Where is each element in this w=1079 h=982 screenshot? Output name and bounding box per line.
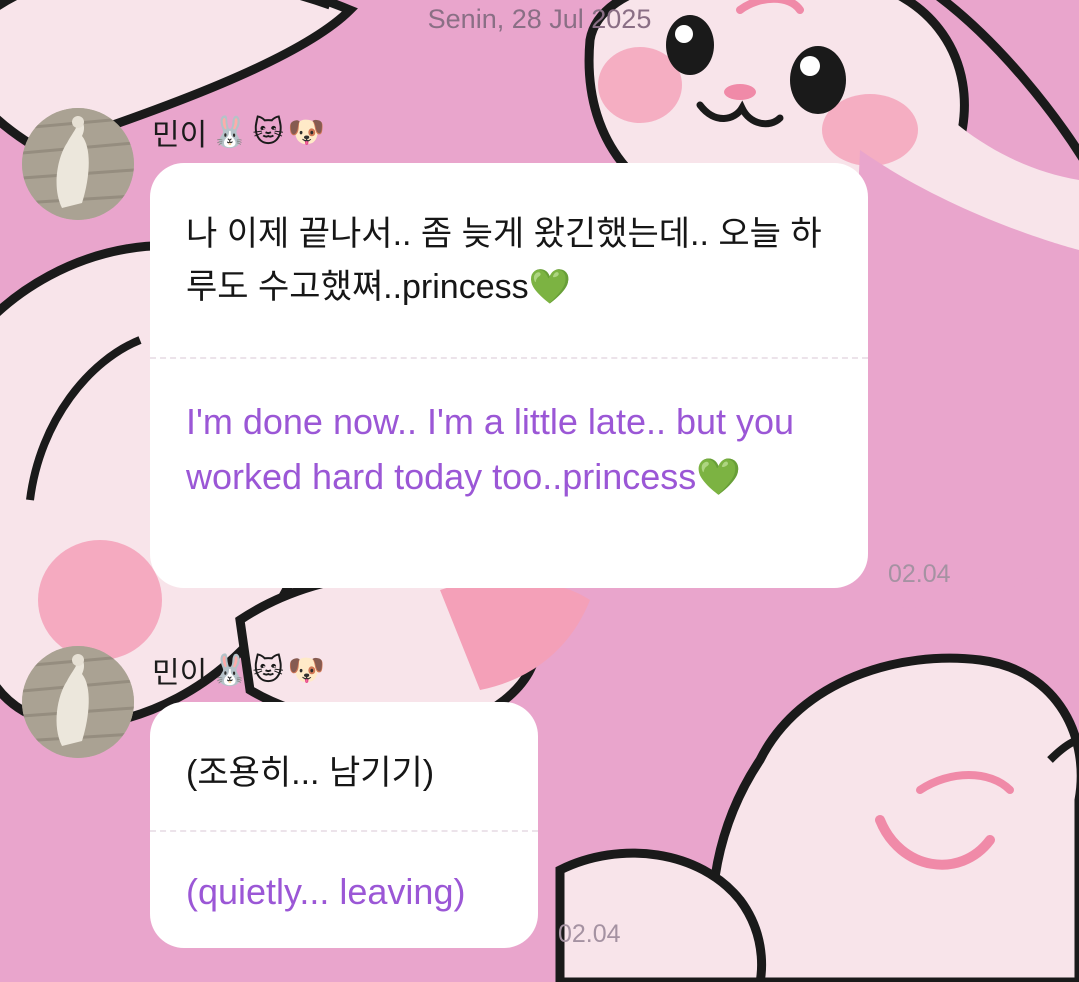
message-time: 02.04 xyxy=(558,920,621,948)
message-bubble[interactable]: (조용히... 남기기) (quietly... leaving) xyxy=(150,702,538,948)
sender-avatar[interactable] xyxy=(22,108,134,220)
sender-avatar[interactable] xyxy=(22,646,134,758)
message-text: 나 이제 끝나서.. 좀 늦게 왔긴했는데.. 오늘 하루도 수고했쪄..pri… xyxy=(186,215,822,306)
date-separator: Senin, 28 Jul 2025 xyxy=(427,4,652,34)
sender-name-text: 민이 xyxy=(152,119,208,152)
rabbit-emoji: 🐰 xyxy=(211,653,249,687)
sender-name: 민이 🐰 🐱 🐶 xyxy=(152,110,325,154)
message-text: (조용히... 남기기) xyxy=(186,754,435,792)
translation-divider xyxy=(150,830,538,832)
dog-emoji: 🐶 xyxy=(287,653,326,687)
message-bubble[interactable]: 나 이제 끝나서.. 좀 늦게 왔긴했는데.. 오늘 하루도 수고했쪄..pri… xyxy=(150,163,868,588)
message-time: 02.04 xyxy=(888,560,951,588)
translation-text: I'm done now.. I'm a little late.. but y… xyxy=(186,401,795,497)
rabbit-emoji: 🐰 xyxy=(211,115,249,149)
translation-divider xyxy=(150,357,868,359)
sender-name-text: 민이 xyxy=(152,657,208,690)
sender-name: 민이 🐰 🐱 🐶 xyxy=(152,648,325,692)
dog-emoji: 🐶 xyxy=(287,115,326,149)
cat-emoji: 🐱 xyxy=(252,115,284,149)
translation-text: (quietly... leaving) xyxy=(186,871,466,912)
cat-emoji: 🐱 xyxy=(252,653,284,687)
